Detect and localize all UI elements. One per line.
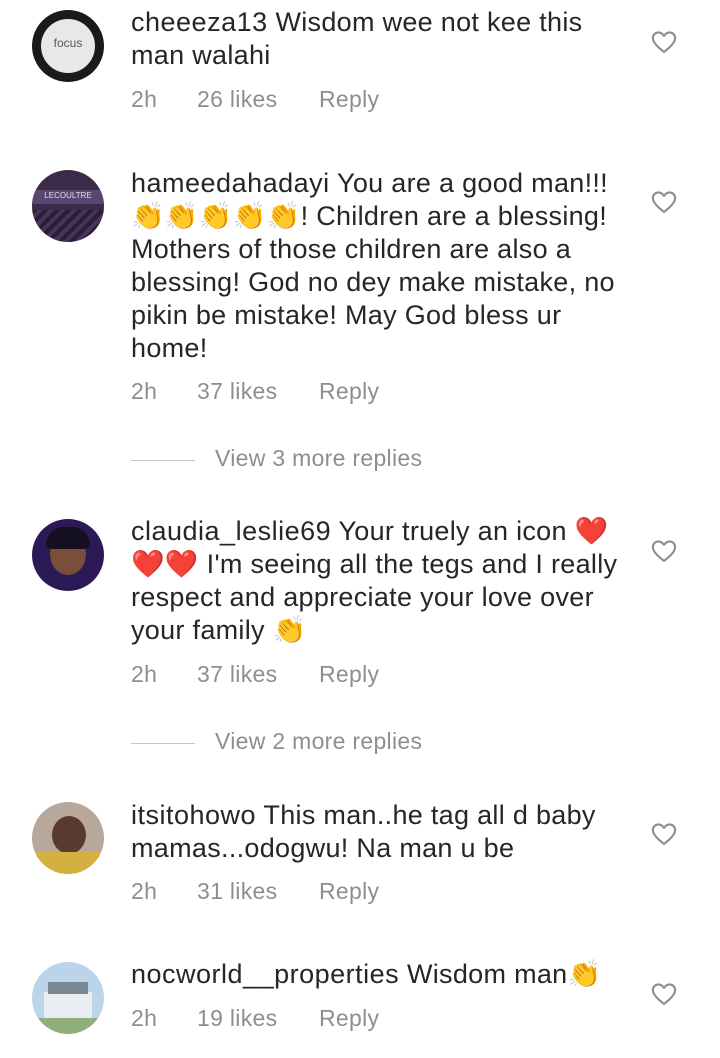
view-more-replies-button[interactable]: View 2 more replies bbox=[131, 728, 531, 758]
reply-button[interactable]: Reply bbox=[319, 661, 379, 688]
heart-icon[interactable] bbox=[650, 820, 678, 848]
comment-username[interactable]: claudia_leslie69 bbox=[131, 516, 331, 546]
avatar-logo-text: focus bbox=[53, 36, 83, 50]
comment-likes[interactable]: 37 likes bbox=[197, 661, 277, 688]
heart-icon[interactable] bbox=[650, 980, 678, 1008]
reply-button[interactable]: Reply bbox=[319, 86, 379, 113]
comment-text: itsitohowo This man..he tag all d baby m… bbox=[131, 799, 631, 865]
comment-text: hameedahadayi You are a good man!!! 👏👏👏👏… bbox=[131, 167, 631, 365]
comment-time: 2h bbox=[131, 1005, 158, 1031]
divider-line bbox=[131, 743, 195, 744]
view-replies-label: View 3 more replies bbox=[215, 445, 423, 471]
heart-icon[interactable] bbox=[650, 537, 678, 565]
comment-username[interactable]: nocworld__properties bbox=[131, 959, 399, 989]
avatar-logo-text: LECOULTRE bbox=[44, 191, 92, 200]
comment-time: 2h bbox=[131, 378, 158, 404]
reply-button[interactable]: Reply bbox=[319, 378, 379, 405]
avatar[interactable] bbox=[32, 519, 104, 591]
avatar[interactable]: focus bbox=[32, 10, 104, 82]
reply-button[interactable]: Reply bbox=[319, 878, 379, 905]
comment-time: 2h bbox=[131, 661, 158, 687]
comment-body: Wisdom man👏 bbox=[406, 959, 602, 989]
divider-line bbox=[131, 460, 195, 461]
avatar[interactable] bbox=[32, 962, 104, 1034]
reply-button[interactable]: Reply bbox=[319, 1005, 379, 1032]
comment-likes[interactable]: 26 likes bbox=[197, 86, 277, 113]
comment-likes[interactable]: 37 likes bbox=[197, 378, 277, 405]
comment-text: claudia_leslie69 Your truely an icon ❤️❤… bbox=[131, 515, 631, 647]
view-more-replies-button[interactable]: View 3 more replies bbox=[131, 445, 531, 475]
avatar[interactable] bbox=[32, 802, 104, 874]
heart-icon[interactable] bbox=[650, 188, 678, 216]
comment-text: nocworld__properties Wisdom man👏 bbox=[131, 958, 631, 991]
comment-time: 2h bbox=[131, 86, 158, 112]
comment-username[interactable]: cheeeza13 bbox=[131, 7, 268, 37]
view-replies-label: View 2 more replies bbox=[215, 728, 423, 754]
comment-likes[interactable]: 31 likes bbox=[197, 878, 277, 905]
avatar[interactable]: LECOULTRE bbox=[32, 170, 104, 242]
comment-username[interactable]: hameedahadayi bbox=[131, 168, 330, 198]
comment-text: cheeeza13 Wisdom wee not kee this man wa… bbox=[131, 6, 631, 72]
comment-likes[interactable]: 19 likes bbox=[197, 1005, 277, 1032]
comment-time: 2h bbox=[131, 878, 158, 904]
heart-icon[interactable] bbox=[650, 28, 678, 56]
comment-username[interactable]: itsitohowo bbox=[131, 800, 256, 830]
